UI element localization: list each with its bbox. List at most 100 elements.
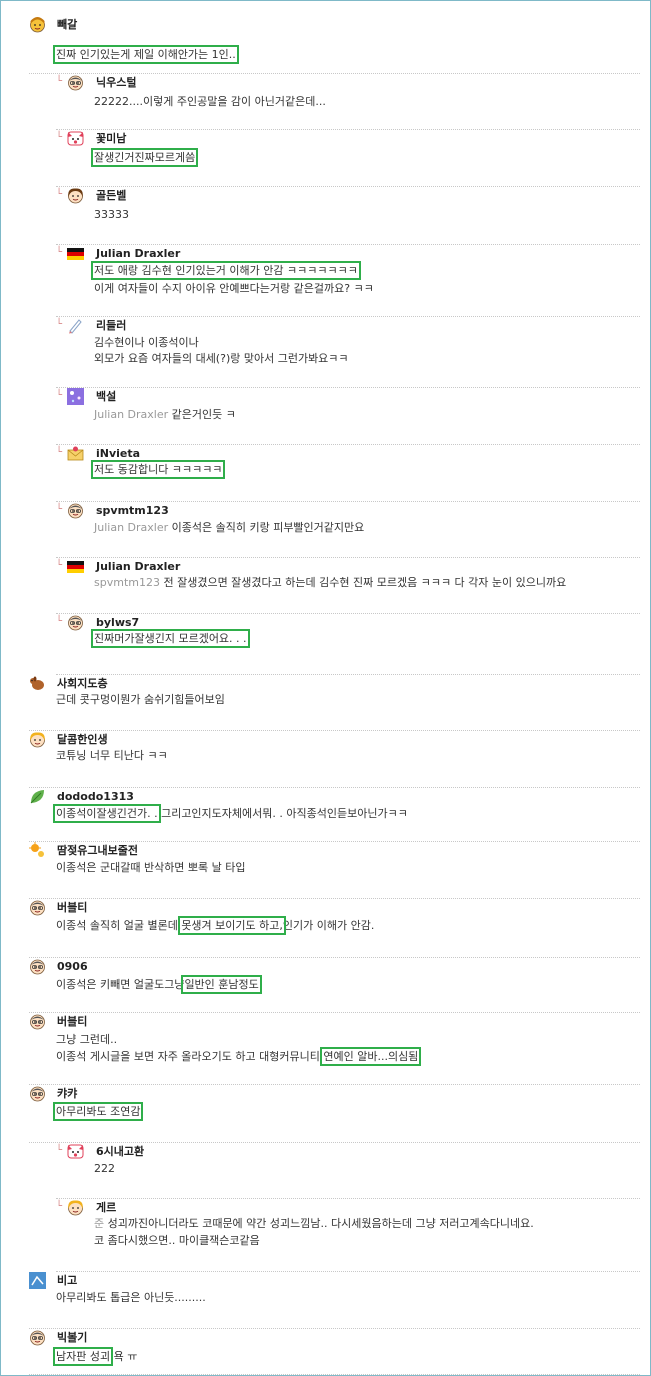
highlighted-text: 아무리봐도 조연감 bbox=[52, 1102, 144, 1121]
commenter-nickname[interactable]: 0906 bbox=[57, 960, 88, 974]
commenter-nickname[interactable]: iNvieta bbox=[96, 447, 140, 461]
reply-branch-marker: └ bbox=[56, 447, 63, 458]
comment-text: 그리고인지도자체에서뭐. . 아직종석인듣보아닌가ㅋㅋ bbox=[157, 807, 408, 820]
reply-branch-marker: └ bbox=[56, 560, 63, 571]
blue-square-icon[interactable] bbox=[29, 1272, 46, 1289]
highlighted-text: 이종석이잘생긴건가. . bbox=[53, 804, 161, 823]
glasses-face-icon[interactable] bbox=[67, 614, 84, 631]
glasses-face-icon[interactable] bbox=[29, 1013, 46, 1030]
commenter-nickname[interactable]: 리들러 bbox=[96, 319, 126, 333]
glasses-face-icon[interactable] bbox=[29, 1329, 46, 1346]
blonde-face-icon[interactable] bbox=[29, 731, 46, 748]
german-flag-icon[interactable] bbox=[67, 558, 84, 575]
comment-text: 외모가 요즘 여자들의 대세(?)랑 맞아서 그런가봐요ㅋㅋ bbox=[94, 352, 349, 365]
comment-text-line: 코튜닝 너무 티난다 ㅋㅋ bbox=[56, 747, 168, 764]
glasses-face-icon[interactable] bbox=[67, 74, 84, 91]
comment-text-line: 아무리봐도 조연감 bbox=[52, 1102, 144, 1121]
comment-text: 근데 콧구멍이뭔가 숨쉬기힘들어보임 bbox=[56, 693, 225, 706]
reply-item: └ 6시내고환 222 bbox=[56, 1143, 640, 1199]
comment-text-line: 잘생긴거진짜모르게씀 bbox=[90, 148, 199, 167]
comment-text-line: 이종석이잘생긴건가. . 그리고인지도자체에서뭐. . 아직종석인듣보아닌가ㅋㅋ bbox=[53, 804, 408, 823]
highlighted-text: 못생겨 보이기도 하고, bbox=[178, 916, 286, 935]
brown-hair-face-icon[interactable] bbox=[67, 187, 84, 204]
comment-text-line: 아무리봐도 톱급은 아닌듯......... bbox=[56, 1289, 206, 1306]
comment-item: 버블티 이종석 솔직히 얼굴 별론데.못생겨 보이기도 하고,인기가 이해가 안감… bbox=[29, 899, 640, 958]
comment-text: 22222....이렇게 주인공말을 감이 아닌거같은데... bbox=[94, 95, 326, 108]
commenter-nickname[interactable]: dododo1313 bbox=[57, 790, 134, 804]
comment-text: 같은거인듯 ㅋ bbox=[171, 408, 236, 421]
comment-text: 이종석은 군대갈때 반삭하면 뽀록 날 타입 bbox=[56, 861, 246, 874]
comment-item: 캬캬 아무리봐도 조연감 bbox=[29, 1085, 640, 1143]
reply-target-name: 준 bbox=[94, 1217, 108, 1230]
comment-text-line: 저도 동감합니다 ㅋㅋㅋㅋㅋ bbox=[90, 460, 226, 479]
reply-branch-marker: └ bbox=[56, 1145, 63, 1156]
sun-icon[interactable] bbox=[29, 842, 46, 859]
comment-text-line: 진짜머가잘생긴지 모르겠어요. . . bbox=[91, 629, 250, 648]
leaf-icon[interactable] bbox=[29, 788, 46, 805]
comment-item: 사회지도층근데 콧구멍이뭔가 숨쉬기힘들어보임 bbox=[29, 675, 640, 731]
comment-text: 욕 ㅠ bbox=[110, 1350, 138, 1363]
comment-text: 이종석 게시글을 보면 자주 올라오기도 하고 대형커뮤니티 bbox=[56, 1050, 324, 1063]
comment-text-line: 저도 애랑 김수현 인기있는거 이해가 안감 ㅋㅋㅋㅋㅋㅋㅋ bbox=[91, 261, 361, 280]
commenter-nickname[interactable]: 백설 bbox=[96, 390, 116, 404]
commenter-nickname[interactable]: spvmtm123 bbox=[96, 504, 169, 518]
commenter-nickname[interactable]: 버블티 bbox=[57, 901, 87, 915]
glasses-face-icon[interactable] bbox=[67, 502, 84, 519]
commenter-nickname[interactable]: 빼갈 bbox=[57, 18, 77, 32]
commenter-nickname[interactable]: 캬캬 bbox=[57, 1087, 77, 1101]
reply-branch-marker: └ bbox=[56, 132, 63, 143]
sparkle-icon[interactable] bbox=[67, 388, 84, 405]
comment-text: 222 bbox=[94, 1162, 115, 1175]
commenter-nickname[interactable]: 달콤한인생 bbox=[57, 733, 108, 747]
reply-target-name: spvmtm123 bbox=[94, 576, 164, 589]
comment-item: 빅볼기남자판 성괴 욕 ㅠ bbox=[29, 1329, 640, 1375]
reply-branch-marker: └ bbox=[56, 616, 63, 627]
comment-item: 버블티 그냥 그런데.. 이종석 게시글을 보면 자주 올라오기도 하고 대형커뮤니… bbox=[29, 1013, 640, 1085]
highlighted-text: 진짜머가잘생긴지 모르겠어요. . . bbox=[91, 629, 250, 648]
glasses-face-icon[interactable] bbox=[29, 1085, 46, 1102]
yellow-face-icon[interactable] bbox=[29, 16, 46, 33]
pink-face-icon[interactable] bbox=[67, 130, 84, 147]
comment-item: dododo1313 이종석이잘생긴건가. . 그리고인지도자체에서뭐. . 아직… bbox=[29, 788, 640, 842]
commenter-nickname[interactable]: bylws7 bbox=[96, 616, 139, 630]
commenter-nickname[interactable]: 버블티 bbox=[57, 1015, 87, 1029]
highlighted-text: 잘생긴거진짜모르게씀 bbox=[90, 148, 199, 167]
commenter-nickname[interactable]: 꽃미남 bbox=[96, 132, 126, 146]
commenter-nickname[interactable]: Julian Draxler bbox=[96, 560, 180, 574]
reply-item: └ bylws7 진짜머가잘생긴지 모르겠어요. . . bbox=[56, 614, 640, 675]
commenter-nickname[interactable]: 닉우스털 bbox=[96, 76, 136, 90]
comment-text-line: 외모가 요즘 여자들의 대세(?)랑 맞아서 그런가봐요ㅋㅋ bbox=[94, 350, 349, 367]
comment-text-line: 준 성괴까진아니더라도 코때문에 약간 성괴느낌남.. 다시세웠음하는데 그냥 … bbox=[94, 1215, 534, 1232]
reply-item: └ 게르 준 성괴까진아니더라도 코때문에 약간 성괴느낌남.. 다시세웠음하는데 … bbox=[56, 1199, 640, 1272]
comment-text: 33333 bbox=[94, 208, 129, 221]
commenter-nickname[interactable]: 사회지도층 bbox=[57, 677, 108, 691]
blonde-face-icon[interactable] bbox=[67, 1199, 84, 1216]
commenter-nickname[interactable]: 6시내고환 bbox=[96, 1145, 144, 1159]
comment-text-line: 이종석 솔직히 얼굴 별론데.못생겨 보이기도 하고,인기가 이해가 안감. bbox=[56, 916, 374, 935]
comment-item: 0906 이종석은 키빼면 얼굴도그냥일반인 훈남정도 bbox=[29, 958, 640, 1013]
commenter-nickname[interactable]: Julian Draxler bbox=[96, 247, 180, 261]
comment-text-line: 이종석 게시글을 보면 자주 올라오기도 하고 대형커뮤니티 연예인 알바...… bbox=[56, 1047, 422, 1066]
reply-target-name: Julian Draxler bbox=[94, 408, 172, 421]
reply-target-name: Julian Draxler bbox=[94, 521, 172, 534]
comment-item: 빼갈 진짜 인기있는게 제일 이해안가는 1인.. bbox=[29, 16, 640, 74]
pen-icon[interactable] bbox=[67, 317, 84, 334]
dog-icon[interactable] bbox=[29, 675, 46, 692]
commenter-nickname[interactable]: 비고 bbox=[57, 1274, 77, 1288]
highlighted-text: 일반인 훈남정도 bbox=[181, 975, 262, 994]
commenter-nickname[interactable]: 땀젖유그내보줄전 bbox=[57, 844, 138, 858]
comment-text: 코 좀다시했으면.. 마이클잭슨코같음 bbox=[94, 1234, 260, 1247]
german-flag-icon[interactable] bbox=[67, 245, 84, 262]
comment-text-line: 코 좀다시했으면.. 마이클잭슨코같음 bbox=[94, 1232, 260, 1249]
glasses-face-icon[interactable] bbox=[29, 899, 46, 916]
glasses-face-icon[interactable] bbox=[29, 958, 46, 975]
commenter-nickname[interactable]: 빅볼기 bbox=[57, 1331, 87, 1345]
comment-text-line: 남자판 성괴 욕 ㅠ bbox=[52, 1347, 138, 1366]
commenter-nickname[interactable]: 게르 bbox=[96, 1201, 116, 1215]
commenter-nickname[interactable]: 골든벨 bbox=[96, 189, 126, 203]
highlighted-text: 연예인 알바...의심됨 bbox=[320, 1047, 422, 1066]
envelope-icon[interactable] bbox=[67, 445, 84, 462]
reply-item: └ 꽃미남잘생긴거진짜모르게씀 bbox=[56, 130, 640, 187]
comment-item: 땀젖유그내보줄전이종석은 군대갈때 반삭하면 뽀록 날 타입 bbox=[29, 842, 640, 899]
pink-face-icon[interactable] bbox=[67, 1143, 84, 1160]
